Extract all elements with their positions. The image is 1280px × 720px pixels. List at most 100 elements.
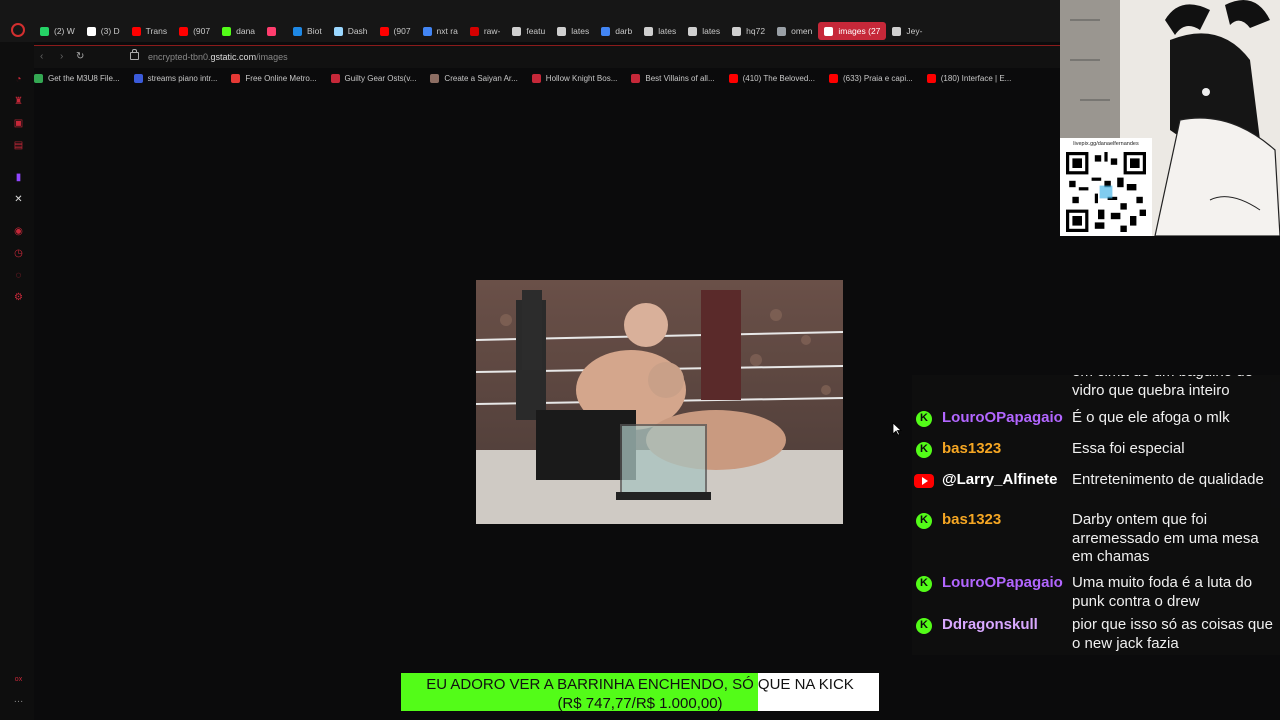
bookmark-item[interactable]: streams piano intr...	[133, 73, 218, 83]
lock-icon[interactable]	[130, 49, 139, 60]
tab[interactable]: (3) D	[81, 22, 126, 40]
tab[interactable]: (907	[374, 22, 417, 40]
bookmark-label: Guilty Gear Osts(v...	[344, 73, 417, 83]
sidebar-bag-icon[interactable]: ♜	[13, 96, 24, 107]
tab[interactable]: Dash	[328, 22, 374, 40]
tab[interactable]: (2) W	[34, 22, 81, 40]
bookmark-item[interactable]: Best Villains of all...	[631, 73, 715, 83]
bookmark-item[interactable]: (180) Interface | E...	[926, 73, 1012, 83]
bookmark-favicon-icon	[926, 73, 936, 83]
tab-favicon-icon	[179, 26, 189, 36]
chat-text: em cima de um bagulho de vidro que quebr…	[1072, 375, 1253, 399]
donation-goal-bar: EU ADORO VER A BARRINHA ENCHENDO, SÓ QUE…	[400, 672, 880, 712]
tab-label: Dash	[347, 26, 368, 36]
tab[interactable]: Jey-	[886, 22, 928, 40]
tab-strip: (2) W (3) D Trans (907 dana Biot Dash (907 nxt r…	[0, 0, 1060, 42]
tab-label: lates	[571, 26, 590, 36]
tab-favicon-icon	[40, 26, 49, 36]
goal-text: EU ADORO VER A BARRINHA ENCHENDO, SÓ QUE…	[401, 675, 879, 712]
tab[interactable]: Biot	[287, 22, 328, 40]
bookmark-label: Get the M3U8 File...	[48, 73, 120, 83]
tab-label: lates	[702, 26, 721, 36]
chat-text: pior que isso só as coisas que o new jac…	[1072, 616, 1273, 652]
sidebar-flow-icon[interactable]: ◔	[13, 74, 24, 85]
tab[interactable]: lates	[551, 22, 595, 40]
tab-label: darb	[615, 26, 633, 36]
reload-icon[interactable]: ↻	[76, 51, 84, 62]
tab[interactable]: omen	[771, 22, 818, 40]
sidebar-more-icon[interactable]: …	[13, 694, 24, 705]
tab[interactable]: Trans	[126, 22, 173, 40]
chat-username: bas1323	[942, 440, 1002, 457]
tab-label: Jey-	[906, 26, 923, 36]
tab-label: hq72	[746, 26, 766, 36]
bookmark-favicon-icon	[231, 73, 241, 83]
bookmark-favicon-icon	[828, 73, 838, 83]
tab[interactable]: lates	[638, 22, 682, 40]
goal-amount: (R$ 747,77/R$ 1.000,00)	[557, 695, 723, 712]
back-icon[interactable]: ‹	[40, 51, 43, 62]
bookmark-item[interactable]: (633) Praia e capi...	[828, 73, 913, 83]
mouse-cursor-icon	[892, 422, 902, 436]
tab[interactable]: images (27	[818, 22, 887, 40]
bookmark-label: (180) Interface | E...	[940, 73, 1012, 83]
livepix-qr-panel: livepix.gg/danaelfernandes	[1060, 138, 1152, 236]
tab-label: dana	[236, 26, 256, 36]
tab[interactable]: raw-	[464, 22, 507, 40]
tab[interactable]: (907	[173, 22, 216, 40]
tab-favicon-icon	[267, 26, 277, 36]
tab-favicon-icon	[892, 26, 902, 36]
tab[interactable]	[261, 22, 287, 40]
tab-label: nxt ra	[436, 26, 458, 36]
bookmark-item[interactable]: Free Online Metro...	[231, 73, 317, 83]
chat-username: bas1323	[942, 511, 1002, 528]
tab[interactable]: dana	[216, 22, 261, 40]
tab-label: images (27	[838, 26, 881, 36]
tab[interactable]: lates	[682, 22, 726, 40]
tab-label: (907	[393, 26, 411, 36]
sidebar-messenger-icon[interactable]: ▣	[13, 118, 24, 129]
tab-label: lates	[658, 26, 677, 36]
tab-favicon-icon	[732, 26, 742, 36]
chat-username: LouroOPapagaio	[942, 574, 1063, 591]
kick-icon	[916, 442, 932, 458]
chat-username: @Larry_Alfinete	[942, 471, 1058, 488]
tab-label: omen	[791, 26, 813, 36]
bookmark-label: streams piano intr...	[147, 73, 218, 83]
tab[interactable]: featu	[506, 22, 551, 40]
kick-icon	[916, 513, 932, 529]
bookmark-item[interactable]: Guilty Gear Osts(v...	[330, 73, 417, 83]
sidebar-chat-icon[interactable]: ◌	[13, 270, 24, 281]
sidebar-settings-icon[interactable]: ⚙	[13, 292, 24, 303]
bookmark-item[interactable]: Get the M3U8 File...	[34, 73, 120, 83]
tab[interactable]: hq72	[726, 22, 771, 40]
bookmarks-bar: Get the M3U8 File... streams piano intr..…	[34, 70, 1060, 86]
kick-icon	[916, 576, 932, 592]
tab[interactable]: nxt ra	[417, 22, 464, 40]
bookmark-item[interactable]: (410) The Beloved...	[728, 73, 815, 83]
sidebar-extension-icon[interactable]: ox	[13, 674, 24, 685]
sidebar-news-icon[interactable]: ▤	[13, 140, 24, 151]
bookmark-favicon-icon	[133, 73, 143, 83]
tab-label: Trans	[145, 26, 168, 36]
tab-favicon-icon	[131, 26, 141, 36]
tab-favicon-icon	[512, 26, 522, 36]
bookmark-item[interactable]: Create a Saiyan Ar...	[430, 73, 518, 83]
bookmark-favicon-icon	[330, 73, 340, 83]
tab[interactable]: darb	[595, 22, 638, 40]
sidebar-x-icon[interactable]: ✕	[13, 194, 24, 205]
bookmark-favicon-icon	[34, 73, 43, 83]
opera-logo-icon[interactable]	[11, 23, 25, 37]
url-field[interactable]: encrypted-tbn0.gstatic.com/images	[148, 52, 288, 62]
chat-username: Ddragonskull	[942, 616, 1038, 633]
sidebar-twitch-icon[interactable]: ▮	[13, 172, 24, 183]
bookmark-item[interactable]: Hollow Knight Bos...	[531, 73, 617, 83]
forward-icon[interactable]: ›	[60, 51, 63, 62]
bookmark-label: (410) The Beloved...	[742, 73, 815, 83]
sidebar-history-icon[interactable]: ◷	[13, 248, 24, 259]
chat-overlay: em cima de um bagulho de vidro que quebr…	[912, 375, 1280, 655]
chat-username: LouroOPapagaio	[942, 409, 1063, 426]
goal-title: EU ADORO VER A BARRINHA ENCHENDO, SÓ QUE…	[426, 676, 854, 693]
tab-favicon-icon	[86, 26, 96, 36]
sidebar-player-icon[interactable]: ◉	[13, 226, 24, 237]
